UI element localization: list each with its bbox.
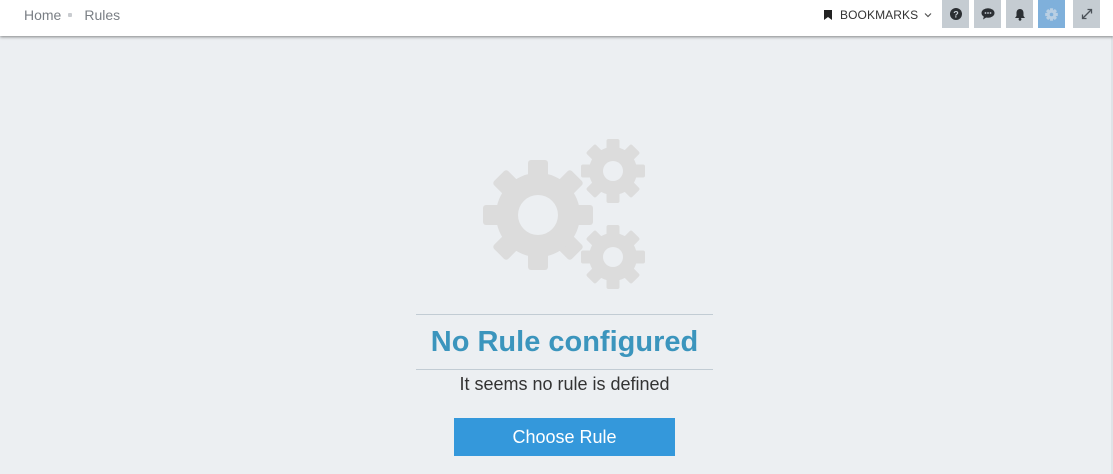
bookmark-icon (824, 10, 832, 20)
breadcrumb-separator (68, 13, 73, 17)
chevron-down-icon (924, 13, 932, 18)
title-divider-bottom (416, 369, 713, 370)
gears-icon (483, 139, 645, 289)
expand-icon (1081, 8, 1092, 20)
bookmarks-label: BOOKMARKS (840, 8, 919, 22)
bookmarks-dropdown[interactable]: BOOKMARKS (824, 0, 932, 30)
gear-icon (1045, 7, 1058, 21)
choose-rule-button[interactable]: Choose Rule (454, 418, 675, 456)
breadcrumb: Home Rules (24, 0, 120, 30)
fullscreen-button[interactable] (1073, 0, 1100, 28)
top-bar: Home Rules BOOKMARKS ? (0, 0, 1113, 36)
breadcrumb-rules[interactable]: Rules (84, 7, 120, 23)
empty-state-subtitle: It seems no rule is defined (459, 374, 670, 394)
title-divider-top (416, 314, 713, 315)
breadcrumb-home[interactable]: Home (24, 7, 61, 23)
chat-button[interactable] (974, 0, 1001, 28)
chat-icon (981, 8, 994, 20)
notifications-button[interactable] (1006, 0, 1033, 28)
help-button[interactable]: ? (942, 0, 969, 28)
help-icon: ? (949, 8, 962, 20)
bell-icon (1014, 8, 1025, 21)
svg-text:?: ? (953, 9, 959, 19)
settings-button[interactable] (1038, 0, 1065, 28)
empty-state-title: No Rule configured (430, 326, 699, 358)
